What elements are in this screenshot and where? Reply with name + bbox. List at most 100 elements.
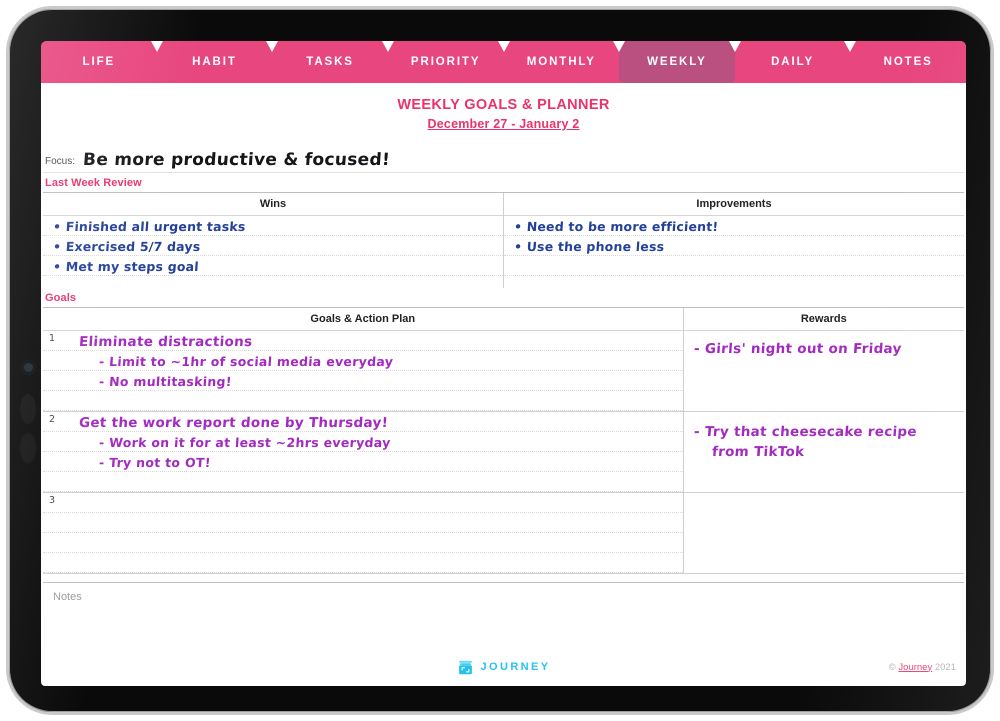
ruled-line — [43, 216, 503, 236]
tab-daily[interactable]: DAILY — [734, 41, 857, 83]
ruled-line — [504, 216, 964, 236]
tab-habit[interactable]: HABIT — [156, 41, 279, 83]
reward-2-cell[interactable]: - Try that cheesecake recipe from TikTok — [682, 411, 964, 493]
ruled-line — [43, 331, 683, 351]
tablet-device-frame: LIFE HABIT TASKS PRIORITY MONTHLY WEEKLY… — [6, 6, 994, 715]
reward-1-text-overlay: - Girls' night out on Friday — [684, 331, 964, 411]
page-title: WEEKLY GOALS & PLANNER — [397, 97, 610, 113]
copyright-brand-link[interactable]: Journey — [898, 662, 932, 673]
tab-tasks-label: TASKS — [306, 56, 354, 68]
reward-3-cell[interactable] — [682, 492, 964, 574]
ruled-line — [43, 432, 683, 452]
focus-input[interactable]: Be more productive & focused! — [82, 150, 390, 170]
tab-life[interactable]: LIFE — [41, 41, 163, 83]
ruled-line — [504, 256, 964, 276]
reward-2-lines: - Try that cheesecake recipe from TikTok — [684, 412, 964, 492]
tab-notch-icon — [728, 41, 741, 52]
reward-3-lines — [684, 493, 964, 573]
tab-notch-icon — [613, 41, 626, 52]
date-range[interactable]: December 27 - January 2 — [43, 117, 964, 131]
goal-2-cell[interactable]: 2 Get the work report done by Thursday! … — [43, 412, 683, 493]
tablet-screen: LIFE HABIT TASKS PRIORITY MONTHLY WEEKLY… — [41, 41, 966, 686]
goal-3-lines: 3 — [43, 493, 683, 573]
tab-daily-label: DAILY — [771, 56, 815, 68]
planner-tab-bar: LIFE HABIT TASKS PRIORITY MONTHLY WEEKLY… — [41, 41, 966, 83]
reward-text: from TikTok — [711, 444, 805, 460]
journey-brand[interactable]: JOURNEY — [457, 659, 551, 676]
front-camera-icon — [24, 363, 33, 372]
page-footer: JOURNEY © Journey 2021 — [41, 650, 966, 684]
tab-monthly-label: MONTHLY — [526, 56, 596, 68]
column-header-rewards: Rewards — [682, 307, 964, 331]
goals-label: Goals — [45, 292, 77, 304]
goal-number: 3 — [49, 495, 56, 506]
ruled-line — [43, 513, 683, 533]
reward-text: - Girls' night out on Friday — [693, 341, 902, 357]
improvements-lines: • Need to be more efficient! • Use the p… — [504, 216, 964, 288]
ruled-line — [43, 371, 683, 391]
table-row: 3 — [43, 492, 964, 574]
copyright-year: 2021 — [934, 661, 956, 673]
page-title-block: WEEKLY GOALS & PLANNER December 27 - Jan… — [43, 83, 964, 131]
ruled-line — [43, 493, 683, 513]
tab-monthly[interactable]: MONTHLY — [503, 41, 626, 83]
goal-number: 1 — [49, 333, 56, 344]
reward-2-text-overlay: - Try that cheesecake recipe from TikTok — [684, 412, 964, 492]
tab-notch-icon — [844, 41, 857, 52]
journey-brand-label: JOURNEY — [480, 661, 551, 673]
tab-life-label: LIFE — [82, 56, 116, 68]
ruled-line — [43, 452, 683, 472]
reward-3-text-overlay — [684, 493, 964, 573]
ruled-line — [504, 236, 964, 256]
tab-weekly-label: WEEKLY — [647, 56, 707, 68]
tab-habit-label: HABIT — [192, 56, 237, 68]
tab-notch-icon — [150, 41, 163, 52]
copyright: © Journey 2021 — [889, 662, 956, 673]
table-row: • Finished all urgent tasks • Exercised … — [43, 215, 964, 289]
goals-table: Goals & Action Plan Rewards 1 Eliminate … — [43, 307, 964, 574]
planner-page: WEEKLY GOALS & PLANNER December 27 - Jan… — [41, 83, 966, 686]
column-header-wins: Wins — [43, 192, 504, 216]
tab-priority-label: PRIORITY — [410, 56, 481, 68]
ruled-line — [43, 236, 503, 256]
tab-notes[interactable]: NOTES — [850, 41, 966, 83]
ruled-line — [43, 391, 683, 411]
tab-priority[interactable]: PRIORITY — [387, 41, 510, 83]
column-header-goals-action-plan: Goals & Action Plan — [43, 307, 684, 331]
ruled-line — [43, 351, 683, 371]
tab-weekly[interactable]: WEEKLY — [619, 41, 741, 83]
table-header-row: Wins Improvements — [43, 192, 964, 216]
column-header-improvements: Improvements — [503, 192, 964, 216]
notes-label: Notes — [53, 591, 82, 603]
journey-logo-icon — [458, 660, 472, 674]
tab-tasks[interactable]: TASKS — [272, 41, 394, 83]
ruled-line — [43, 412, 683, 432]
volume-down-button[interactable] — [20, 433, 36, 463]
ruled-line — [43, 256, 503, 276]
tab-notch-icon — [497, 41, 510, 52]
volume-up-button[interactable] — [20, 394, 36, 424]
ruled-line — [43, 553, 683, 573]
reward-1-cell[interactable]: - Girls' night out on Friday — [682, 330, 964, 412]
goal-1-cell[interactable]: 1 Eliminate distractions - Limit to ~1hr… — [43, 331, 683, 412]
focus-row: Focus: Be more productive & focused! — [43, 145, 964, 173]
ruled-line — [43, 533, 683, 553]
last-week-review-label: Last Week Review — [45, 177, 142, 189]
goal-1-lines: 1 Eliminate distractions - Limit to ~1hr… — [43, 331, 683, 411]
table-row: 1 Eliminate distractions - Limit to ~1hr… — [43, 330, 964, 412]
table-row: 2 Get the work report done by Thursday! … — [43, 411, 964, 493]
table-header-row: Goals & Action Plan Rewards — [43, 307, 964, 331]
wins-cell[interactable]: • Finished all urgent tasks • Exercised … — [43, 216, 504, 289]
tab-notes-label: NOTES — [883, 56, 933, 68]
last-week-review-table: Wins Improvements • Finished all urgent … — [43, 192, 964, 288]
reward-1-lines: - Girls' night out on Friday — [684, 331, 964, 411]
improvements-cell[interactable]: • Need to be more efficient! • Use the p… — [503, 215, 964, 288]
goal-number: 2 — [49, 414, 56, 425]
ruled-line — [43, 472, 683, 492]
goal-2-lines: 2 Get the work report done by Thursday! … — [43, 412, 683, 492]
copyright-symbol: © — [888, 661, 896, 673]
tab-notch-icon — [266, 41, 279, 52]
goal-3-cell[interactable]: 3 — [43, 493, 683, 574]
reward-text: - Try that cheesecake recipe — [693, 424, 918, 440]
wins-lines: • Finished all urgent tasks • Exercised … — [43, 216, 503, 288]
